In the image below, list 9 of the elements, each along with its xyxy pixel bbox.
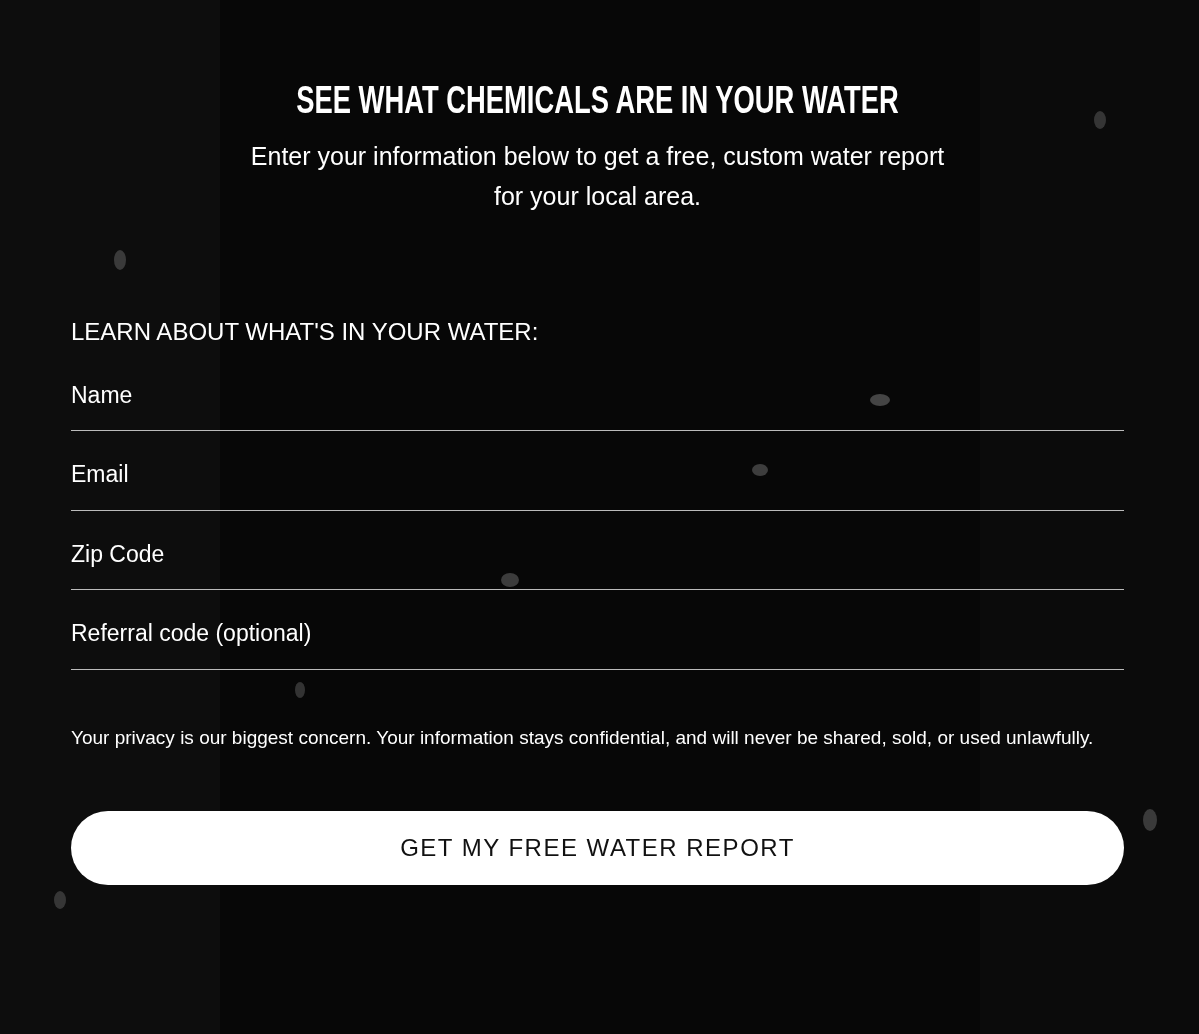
form-heading: LEARN ABOUT WHAT'S IN YOUR WATER: [71,316,540,347]
privacy-note: Your privacy is our biggest concern. Your information stays confidential, and will never be shared, sold, or used unlawfully. [71,725,1095,750]
input-field[interactable]: Referral code (optional) [71,602,1124,670]
submit-button[interactable]: GET MY FREE WATER REPORT [71,810,1124,885]
page-title: SEE WHAT CHEMICALS ARE IN YOUR WATER [295,78,900,123]
subtitle: Enter your information below to get a free, custom water report for your local area. [249,140,946,212]
input-field[interactable]: Zip Code [71,522,1124,591]
input-field[interactable]: Email [71,443,1124,511]
input-field[interactable]: Name [71,363,1124,432]
